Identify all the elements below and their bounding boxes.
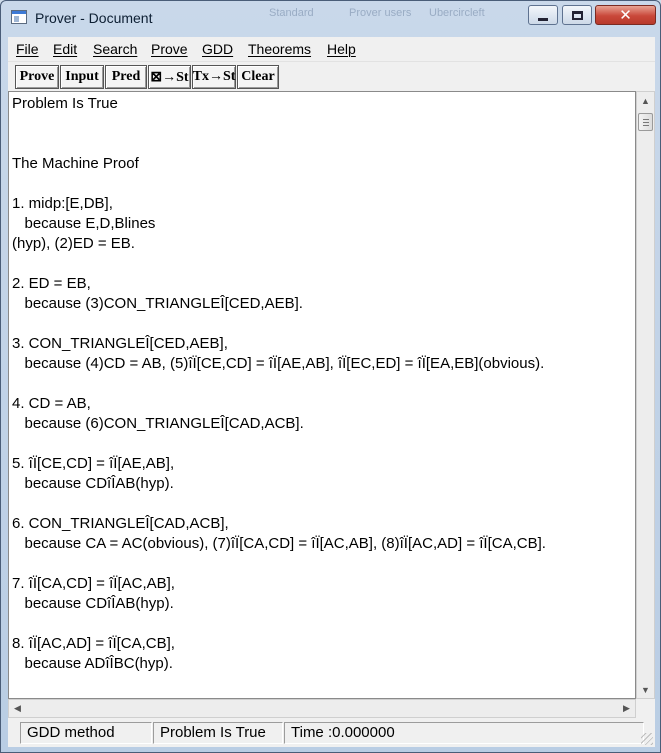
document-text-area[interactable]: Problem Is True The Machine Proof 1. midp:… (8, 91, 636, 699)
menu-search[interactable]: Search (93, 41, 137, 57)
pred-button[interactable]: Pred (105, 65, 147, 89)
main-window: Prover - Document Standard Prover users … (0, 0, 661, 753)
proof-line: 8. îÏ[AC,AD] = îÏ[CA,CB], (12, 635, 175, 652)
proof-line: 1. midp:[E,DB], (12, 195, 113, 212)
background-tab-3: Ubercircleft (429, 7, 485, 19)
menu-prove[interactable]: Prove (151, 41, 188, 57)
scroll-right-icon[interactable]: ▶ (618, 700, 635, 717)
horizontal-scrollbar[interactable]: ◀ ▶ (8, 699, 636, 718)
clear-button[interactable]: Clear (237, 65, 279, 89)
maximize-icon (571, 10, 583, 20)
scroll-left-icon[interactable]: ◀ (9, 700, 26, 717)
vertical-scroll-thumb[interactable] (638, 113, 653, 131)
proof-line: because CDîÎAB(hyp). (12, 475, 174, 492)
proof-line: The Machine Proof (12, 155, 139, 172)
status-method: GDD method (20, 722, 152, 744)
background-tab-2: Prover users (349, 7, 412, 19)
proof-line: because (3)CON_TRIANGLEÎ[CED,AEB]. (12, 295, 303, 312)
close-button[interactable]: ✕ (595, 5, 656, 25)
scroll-up-icon[interactable]: ▲ (637, 92, 654, 109)
close-icon: ✕ (619, 6, 632, 24)
proof-line: 2. ED = EB, (12, 275, 91, 292)
proof-line: because E,D,Blines (12, 215, 156, 232)
figure-to-statement-button[interactable]: ⊠→St (148, 65, 191, 89)
menu-edit[interactable]: Edit (53, 41, 77, 57)
menu-bar: File Edit Search Prove GDD Theorems Help (8, 37, 655, 61)
maximize-button[interactable] (562, 5, 592, 25)
proof-line: 5. îÏ[CE,CD] = îÏ[AE,AB], (12, 455, 175, 472)
menu-gdd[interactable]: GDD (202, 41, 233, 57)
proof-line: Problem Is True (12, 95, 118, 112)
input-button[interactable]: Input (60, 65, 104, 89)
toolbar: Prove Input Pred ⊠→St Tx→St Clear (8, 61, 655, 91)
proof-line: because CA = AC(obvious), (7)îÏ[CA,CD] =… (12, 535, 546, 552)
scrollbar-corner (636, 699, 655, 718)
scroll-down-icon[interactable]: ▼ (637, 681, 654, 698)
proof-line: because (6)CON_TRIANGLEÎ[CAD,ACB]. (12, 415, 304, 432)
status-result: Problem Is True (153, 722, 283, 744)
proof-line: (hyp), (2)ED = EB. (12, 235, 135, 252)
size-grip-icon[interactable] (641, 733, 653, 745)
text-to-statement-button[interactable]: Tx→St (192, 65, 236, 89)
proof-line: because CDîÎAB(hyp). (12, 595, 174, 612)
menu-theorems[interactable]: Theorems (248, 41, 311, 57)
prove-button[interactable]: Prove (15, 65, 59, 89)
proof-line: 3. CON_TRIANGLEÎ[CED,AEB], (12, 335, 228, 352)
proof-line: 7. îÏ[CA,CD] = îÏ[AC,AB], (12, 575, 175, 592)
window-title: Prover - Document (35, 10, 153, 26)
vertical-scrollbar[interactable]: ▲ ▼ (636, 91, 655, 699)
app-icon (11, 10, 27, 24)
minimize-icon (538, 17, 548, 21)
proof-line: because ADîÎBC(hyp). (12, 655, 173, 672)
background-tab-1: Standard (269, 7, 314, 19)
status-bar: GDD method Problem Is True Time :0.00000… (8, 718, 655, 747)
status-time: Time :0.000000 (284, 722, 644, 744)
minimize-button[interactable] (528, 5, 558, 25)
menu-file[interactable]: File (16, 41, 39, 57)
proof-line: 6. CON_TRIANGLEÎ[CAD,ACB], (12, 515, 229, 532)
proof-line: 4. CD = AB, (12, 395, 91, 412)
menu-help[interactable]: Help (327, 41, 356, 57)
title-bar[interactable]: Prover - Document Standard Prover users … (1, 1, 660, 35)
proof-line: because (4)CD = AB, (5)îÏ[CE,CD] = îÏ[AE… (12, 355, 545, 372)
